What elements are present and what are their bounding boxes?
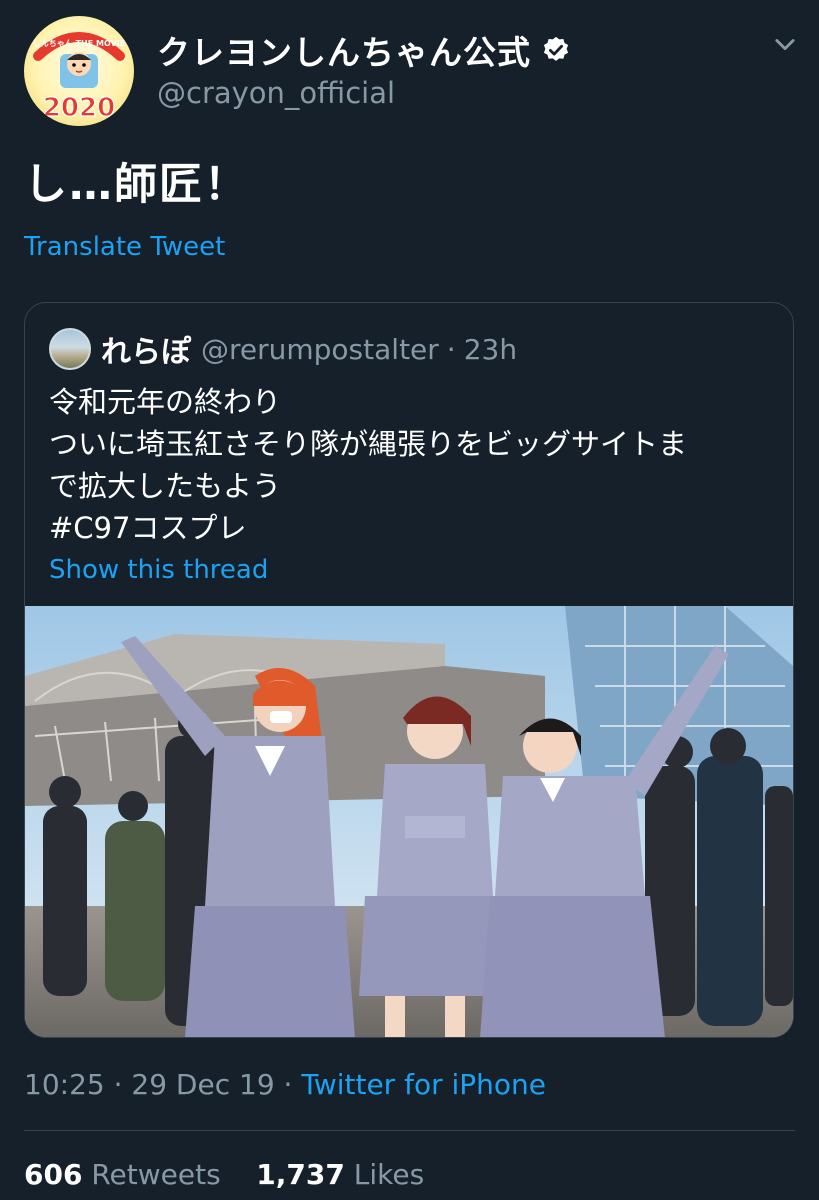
author-display-name[interactable]: クレヨンしんちゃん公式 [157, 26, 531, 74]
verified-badge-icon [543, 36, 569, 61]
tweet-source-link[interactable]: Twitter for iPhone [301, 1068, 546, 1101]
quoted-tweet-card[interactable]: れらぽ @rerumpostalter · 23h 令和元年の終わり ついに埼玉… [24, 302, 794, 1038]
quoted-separator-dot: · [446, 332, 456, 366]
cosplay-photo[interactable] [25, 606, 793, 1038]
author-name-line: クレヨンしんちゃん公式 [157, 26, 571, 74]
quoted-tweet-text: 令和元年の終わり ついに埼玉紅さそり隊が縄張りをビッグサイトま で拡大したもよう… [49, 381, 779, 549]
avatar-banner-text: しんちゃん THE MOVIE [33, 39, 125, 48]
quoted-hashtag-line[interactable]: #C97コスプレ [49, 507, 779, 549]
tweet-header: しんちゃん THE MOVIE 2020 クレヨンしんちゃん公式 @crayon… [24, 16, 799, 126]
author-avatar[interactable]: しんちゃん THE MOVIE 2020 [24, 16, 134, 126]
tweet-meta: 10:25 · 29 Dec 19 · Twitter for iPhone [24, 1068, 546, 1101]
stats-divider [24, 1130, 795, 1131]
tweet-timestamp[interactable]: 10:25 · 29 Dec 19 [24, 1068, 275, 1101]
show-thread-link[interactable]: Show this thread [49, 555, 268, 585]
quoted-text-line: で拡大したもよう [49, 469, 282, 503]
avatar-year-text: 2020 [43, 93, 115, 123]
quoted-tweet-header: れらぽ @rerumpostalter · 23h [49, 327, 517, 371]
tweet-text: し…師匠！ [24, 160, 249, 210]
author-handle[interactable]: @crayon_official [157, 76, 395, 110]
likes-count[interactable]: 1,737 [256, 1158, 345, 1191]
quoted-author-name[interactable]: れらぽ [101, 327, 191, 371]
retweets-label[interactable]: Retweets [91, 1158, 220, 1191]
meta-separator: · [274, 1068, 302, 1101]
likes-label[interactable]: Likes [354, 1158, 424, 1191]
quoted-text-line: ついに埼玉紅さそり隊が縄張りをビッグサイトま [49, 427, 688, 461]
retweets-count[interactable]: 606 [24, 1158, 82, 1191]
quoted-author-handle[interactable]: @rerumpostalter [201, 333, 439, 366]
quoted-tweet-time: 23h [463, 332, 518, 366]
chevron-down-icon[interactable] [771, 30, 799, 58]
translate-tweet-link[interactable]: Translate Tweet [24, 232, 225, 262]
quoted-text-line: 令和元年の終わり [49, 385, 282, 419]
tweet-stats: 606 Retweets 1,737 Likes [24, 1158, 424, 1191]
quoted-author-avatar[interactable] [49, 328, 91, 370]
